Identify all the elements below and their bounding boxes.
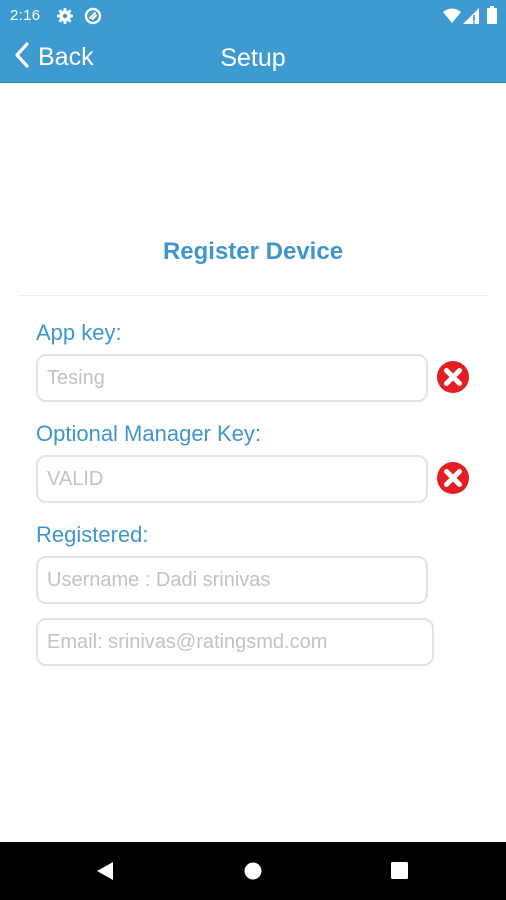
register-device-title: Register Device [162, 238, 344, 265]
status-time: 2:16 [10, 7, 41, 24]
registered-label: Registered: [36, 522, 149, 547]
manager-key-input[interactable] [36, 455, 428, 503]
username-field[interactable] [36, 556, 428, 604]
wifi-icon [443, 8, 461, 29]
recents-square-icon[interactable] [391, 862, 408, 884]
back-triangle-icon[interactable] [96, 861, 114, 886]
battery-icon [487, 6, 497, 29]
app-key-input[interactable] [36, 354, 428, 402]
status-bar: 2:16 [0, 0, 506, 32]
home-circle-icon[interactable] [244, 862, 262, 885]
system-nav-bar [0, 842, 506, 900]
app-key-label: App key: [36, 320, 122, 345]
page-title: Setup [220, 44, 286, 72]
gear-icon [56, 7, 74, 30]
manager-key-label: Optional Manager Key: [36, 421, 262, 446]
app-key-clear-icon[interactable] [435, 359, 471, 395]
manager-key-clear-icon[interactable] [435, 460, 471, 496]
sync-icon [84, 7, 102, 30]
signal-icon [463, 8, 479, 29]
divider [18, 295, 488, 296]
email-field[interactable] [36, 618, 434, 666]
app-bar: Back Setup [0, 32, 506, 83]
